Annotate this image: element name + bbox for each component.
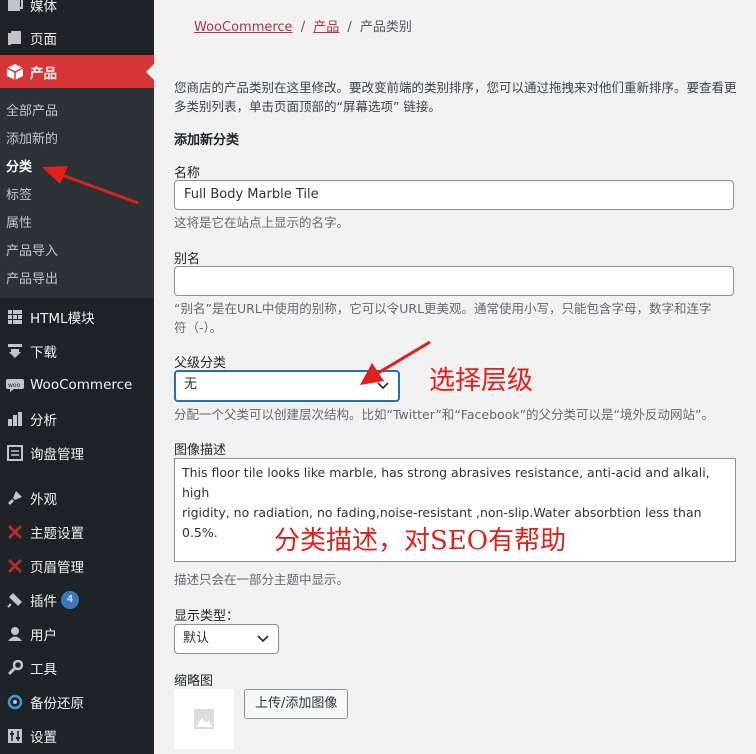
description-help: 描述只会在一部分主题中显示。 [174, 572, 350, 587]
menu-item-html-module[interactable]: HTML模块 [0, 300, 154, 334]
page-intro-text: 您商店的产品类别在这里修改。要改变前端的类别排序，您可以通过拖拽来对他们重新排序… [174, 78, 756, 116]
name-label: 名称 [174, 166, 201, 181]
name-help: 这将是它在站点上显示的名字。 [174, 215, 350, 230]
slug-help-line: “别名”是在URL中使用的别称，它可以令URL更美观。通常使用小写，只能包含字母… [174, 301, 712, 316]
menu-item-header-manager[interactable]: 页眉管理 [0, 549, 154, 583]
menu-item-theme-settings[interactable]: 主题设置 [0, 515, 154, 549]
main-content: WooCommerce / 产品 / 产品类别 您商店的产品类别在这里修改。要改… [154, 0, 756, 754]
submenu-categories[interactable]: 分类 [6, 156, 32, 175]
admin-sidebar: 媒体 页面 产品 全部产品 添加新的 分类 标签 属性 产品导入 产品导出 HT… [0, 0, 154, 754]
description-line: This floor tile looks like marble, has s… [182, 465, 710, 500]
menu-label: 备份还原 [30, 696, 84, 712]
menu-label: 用户 [30, 628, 57, 644]
thumbnail-label: 缩略图 [174, 674, 214, 689]
slug-help: “别名”是在URL中使用的别称，它可以令URL更美观。通常使用小写，只能包含字母… [174, 299, 712, 337]
menu-item-inquiry[interactable]: 询盘管理 [0, 436, 154, 470]
menu-item-analytics[interactable]: 分析 [0, 402, 154, 436]
breadcrumb-woocommerce-link[interactable]: WooCommerce [194, 20, 293, 35]
submenu-export[interactable]: 产品导出 [6, 268, 58, 287]
submenu-tags[interactable]: 标签 [6, 184, 32, 203]
menu-label: 产品 [30, 66, 57, 82]
display-type-select[interactable]: 默认 [174, 624, 279, 654]
menu-label: 询盘管理 [30, 447, 84, 463]
menu-item-pages[interactable]: 页面 [0, 21, 154, 55]
menu-item-tools[interactable]: 工具 [0, 651, 154, 685]
chevron-down-icon [257, 635, 269, 643]
parent-label: 父级分类 [174, 356, 227, 371]
media-icon [0, 0, 30, 13]
chevron-down-icon [377, 382, 389, 390]
menu-label: 外观 [30, 492, 57, 508]
slug-help-line: 符（-）。 [174, 320, 223, 335]
intro-line: 您商店的产品类别在这里修改。要改变前端的类别排序，您可以通过拖拽来对他们重新排序… [174, 80, 737, 95]
annotation-select-level: 选择层级 [429, 366, 534, 396]
products-submenu: 全部产品 添加新的 分类 标签 属性 产品导入 产品导出 [0, 88, 154, 298]
menu-label: WooCommerce [30, 377, 133, 393]
wrench-icon [0, 660, 30, 676]
description-label: 图像描述 [174, 443, 227, 458]
parent-category-select[interactable]: 无 [174, 370, 400, 402]
menu-label: 页眉管理 [30, 560, 84, 576]
image-placeholder-icon [194, 709, 214, 729]
settings-icon [0, 728, 30, 744]
menu-label: 工具 [30, 662, 57, 678]
breadcrumb-separator: / [300, 20, 306, 35]
menu-label: 分析 [30, 413, 57, 429]
submenu-attributes[interactable]: 属性 [6, 212, 32, 231]
menu-item-plugins[interactable]: 插件 4 [0, 583, 154, 617]
woocommerce-icon: woo [0, 378, 30, 392]
display-type-label: 显示类型： [174, 609, 240, 624]
product-box-icon [0, 63, 30, 81]
parent-selected-value: 无 [184, 377, 198, 392]
parent-help: 分配一个父类可以创建层次结构。比如“Twitter”和“Facebook”的父分… [174, 407, 715, 422]
submenu-all-products[interactable]: 全部产品 [6, 100, 58, 119]
menu-label: HTML模块 [30, 311, 95, 327]
name-input[interactable]: Full Body Marble Tile [174, 180, 734, 210]
plugin-icon [0, 592, 30, 608]
add-category-heading: 添加新分类 [174, 133, 240, 148]
analytics-icon [0, 411, 30, 427]
page-icon [0, 30, 30, 46]
breadcrumb-products-link[interactable]: 产品 [313, 20, 339, 35]
backup-icon [0, 694, 30, 710]
menu-item-woocommerce[interactable]: woo WooCommerce [0, 368, 154, 402]
menu-item-backup[interactable]: 备份还原 [0, 685, 154, 719]
thumbnail-placeholder [174, 689, 234, 749]
intro-line: 多类别列表，单击页面顶部的“屏幕选项” 链接。 [174, 99, 441, 114]
menu-item-download[interactable]: 下载 [0, 334, 154, 368]
update-count-badge: 4 [61, 591, 79, 609]
menu-label: 插件 [30, 594, 57, 610]
header-manager-icon [0, 558, 30, 574]
theme-settings-icon [0, 524, 30, 540]
breadcrumb-current: 产品类别 [359, 20, 412, 35]
upload-image-button[interactable]: 上传/添加图像 [244, 689, 349, 719]
appearance-brush-icon [0, 490, 30, 506]
menu-item-media[interactable]: 媒体 [0, 0, 154, 22]
breadcrumb-separator: / [347, 20, 352, 35]
slug-label: 别名 [174, 252, 201, 267]
slug-input[interactable] [174, 266, 734, 296]
menu-label: 主题设置 [30, 526, 84, 542]
active-caret [146, 64, 154, 80]
menu-item-users[interactable]: 用户 [0, 617, 154, 651]
display-type-selected-value: 默认 [183, 631, 210, 646]
menu-label: 页面 [30, 32, 57, 48]
menu-item-appearance[interactable]: 外观 [0, 481, 154, 515]
breadcrumb: WooCommerce / 产品 / 产品类别 [194, 16, 412, 35]
menu-item-settings[interactable]: 设置 [0, 719, 154, 753]
user-icon [0, 626, 30, 642]
submenu-add-new[interactable]: 添加新的 [6, 128, 58, 147]
download-icon [0, 343, 30, 359]
menu-label: 设置 [30, 730, 57, 746]
submenu-import[interactable]: 产品导入 [6, 240, 58, 259]
html-module-icon [0, 309, 30, 325]
annotation-seo: 分类描述，对SEO有帮助 [274, 526, 567, 556]
svg-text:woo: woo [8, 382, 21, 389]
menu-item-products[interactable]: 产品 [0, 55, 154, 89]
menu-label: 媒体 [30, 0, 57, 15]
menu-label: 下载 [30, 345, 57, 361]
inquiry-icon [0, 445, 30, 461]
